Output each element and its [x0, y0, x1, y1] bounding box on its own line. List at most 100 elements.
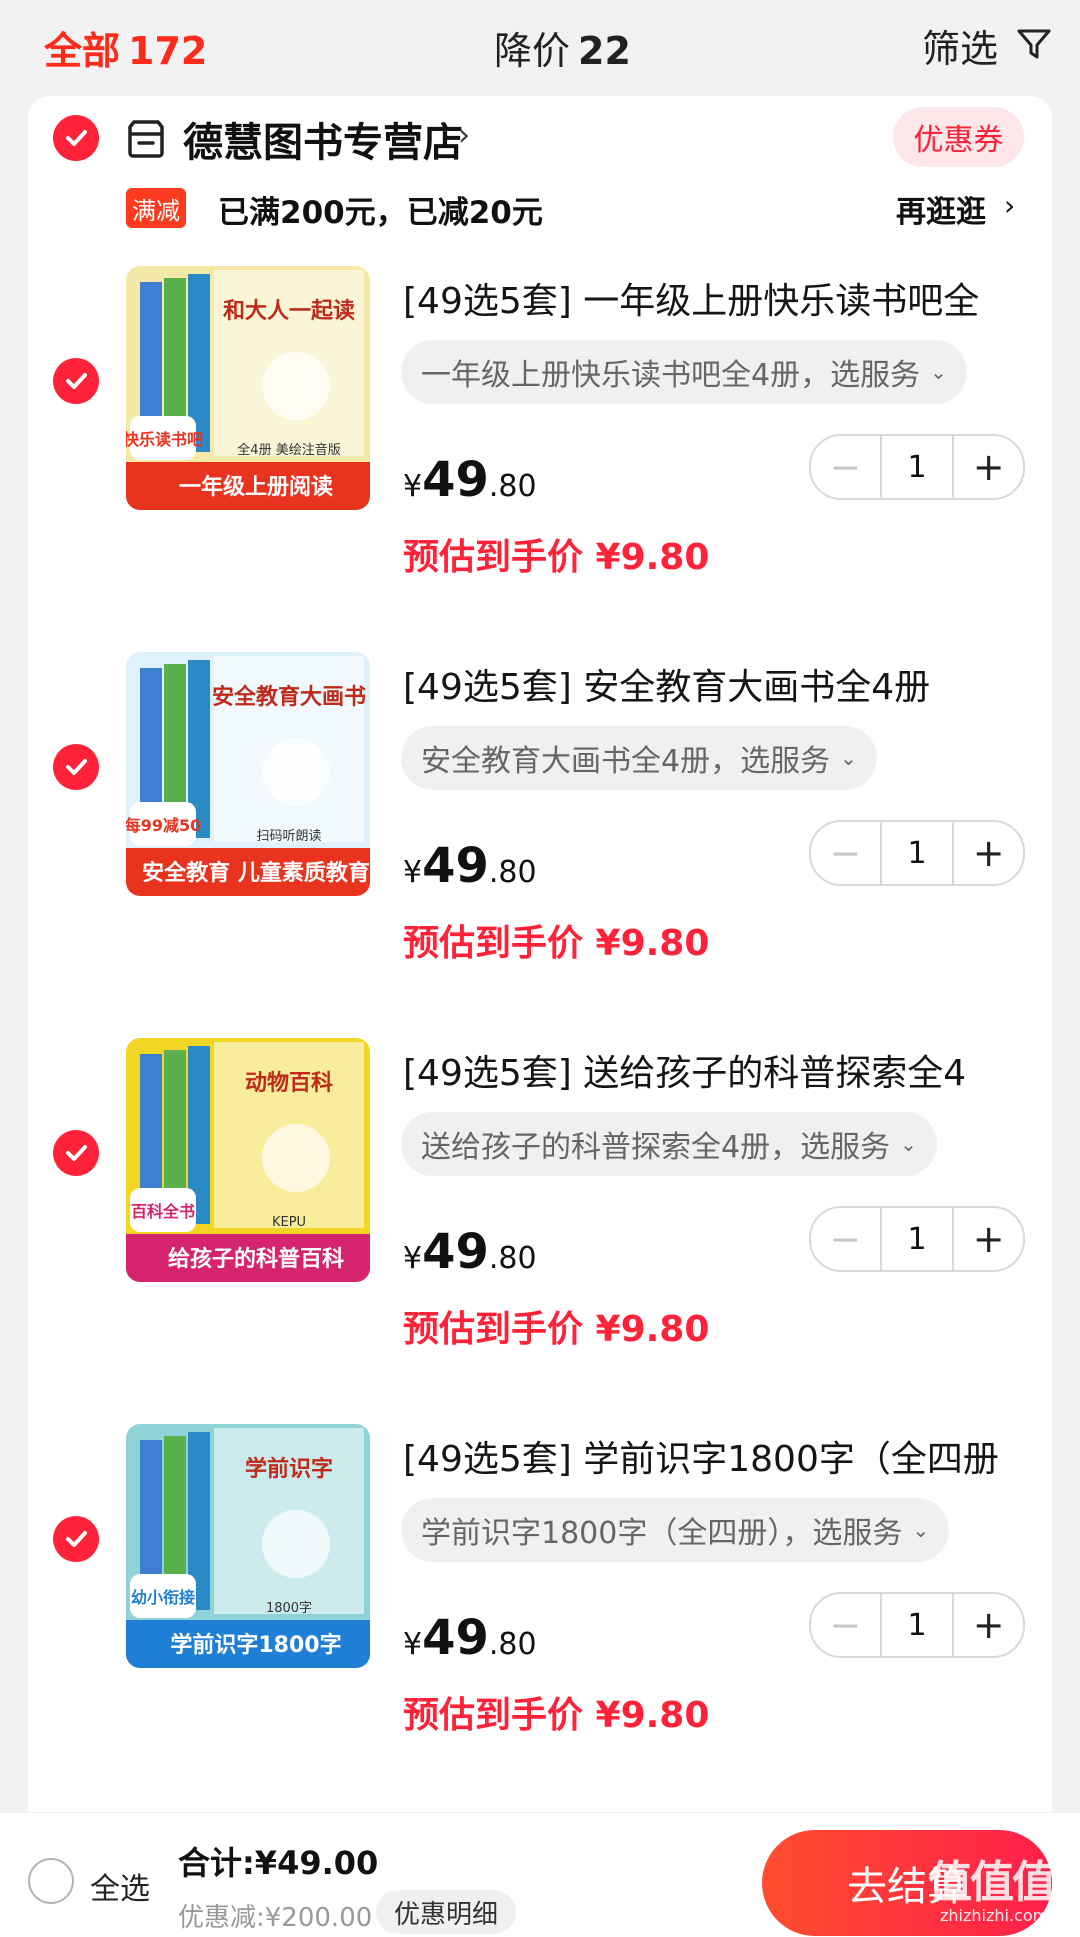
store-select-checkbox[interactable] — [53, 115, 99, 161]
total-price: 合计:¥49.00 — [178, 1844, 379, 1882]
chevron-down-icon: ⌄ — [840, 746, 857, 770]
quantity-value[interactable]: 1 — [879, 1208, 955, 1270]
cover-small-text: 全4册 美绘注音版 — [237, 442, 340, 458]
increase-button[interactable]: + — [954, 822, 1023, 884]
cart-item: 和大人一起读 一年级上册阅读 快乐读书吧 全4册 美绘注音版 [49选5套] 一… — [28, 266, 1052, 652]
cover-headline: 安全教育大画书 — [212, 684, 366, 710]
cover-headline: 和大人一起读 — [223, 299, 355, 324]
product-title[interactable]: [49选5套] 学前识字1800字（全四册 — [403, 1430, 1043, 1482]
sku-label: 学前识字1800字（全四册），选服务 — [421, 1516, 903, 1551]
tab-drop-label: 降价 — [494, 29, 571, 73]
watermark-url: zhizhizhi.com — [940, 1906, 1049, 1925]
decrease-button[interactable]: − — [811, 1594, 880, 1656]
increase-button[interactable]: + — [954, 436, 1023, 498]
product-title[interactable]: [49选5套] 送给孩子的科普探索全4 — [403, 1044, 1043, 1096]
increase-button[interactable]: + — [954, 1594, 1023, 1656]
browse-arrow-icon: › — [1004, 189, 1016, 222]
select-all-checkbox[interactable] — [28, 1858, 74, 1904]
product-image[interactable]: 学前识字 学前识字1800字 幼小衔接 1800字 — [126, 1424, 370, 1668]
quantity-stepper: − 1 + — [809, 434, 1025, 500]
cart-item: 安全教育大画书 安全教育 儿童素质教育 每99减50 扫码听朗读 [49选5套]… — [28, 652, 1052, 1038]
chevron-down-icon: ⌄ — [930, 360, 947, 384]
item-select-checkbox[interactable] — [53, 1130, 99, 1176]
price-currency: ¥ — [403, 855, 423, 890]
cover-small-text: 1800字 — [266, 1601, 312, 1616]
discount-amount: 优惠减:¥200.00 — [178, 1903, 373, 1933]
watermark-logo: 值值值 — [928, 1857, 1056, 1908]
price-integer: 49 — [422, 1224, 489, 1280]
price-currency: ¥ — [403, 1241, 423, 1276]
tab-price-drop[interactable]: 降价 22 — [494, 20, 631, 75]
quantity-value[interactable]: 1 — [879, 822, 955, 884]
cover-banner: 一年级上册阅读 — [179, 474, 333, 500]
quantity-value[interactable]: 1 — [879, 436, 955, 498]
item-select-checkbox[interactable] — [53, 358, 99, 404]
increase-button[interactable]: + — [954, 1208, 1023, 1270]
quantity-stepper: − 1 + — [809, 820, 1025, 886]
store-name[interactable]: 德慧图书专营店 — [183, 110, 463, 168]
decrease-button[interactable]: − — [811, 1208, 880, 1270]
price-decimal: .80 — [488, 1627, 537, 1662]
estimated-price: 预估到手价 ¥9.80 — [403, 1309, 710, 1350]
decrease-button[interactable]: − — [811, 822, 880, 884]
price-integer: 49 — [422, 838, 489, 894]
price-currency: ¥ — [403, 1627, 423, 1662]
sku-label: 一年级上册快乐读书吧全4册，选服务 — [421, 358, 921, 393]
price-currency: ¥ — [403, 469, 423, 504]
product-price: ¥49.80 — [403, 1224, 537, 1280]
price-integer: 49 — [422, 452, 489, 508]
tab-all-count: 172 — [128, 29, 208, 73]
tab-all-label: 全部 — [44, 29, 121, 73]
product-image[interactable]: 动物百科 给孩子的科普百科 百科全书 KEPU — [126, 1038, 370, 1282]
tab-filter[interactable]: 筛选 — [922, 18, 998, 73]
quantity-stepper: − 1 + — [809, 1206, 1025, 1272]
cover-banner: 安全教育 儿童素质教育 — [142, 860, 370, 886]
estimated-price: 预估到手价 ¥9.80 — [403, 923, 710, 964]
cover-small-text: KEPU — [272, 1215, 306, 1230]
cover-headline: 动物百科 — [245, 1070, 333, 1096]
discount-detail-button[interactable]: 优惠明细 — [376, 1890, 517, 1934]
cart-item: 学前识字 学前识字1800字 幼小衔接 1800字 [49选5套] 学前识字18… — [28, 1424, 1052, 1810]
promo-tag: 满减 — [126, 188, 186, 228]
product-image[interactable]: 安全教育大画书 安全教育 儿童素质教育 每99减50 扫码听朗读 — [126, 652, 370, 896]
price-decimal: .80 — [488, 1241, 537, 1276]
product-price: ¥49.80 — [403, 452, 537, 508]
promo-text: 已满200元，已减20元 — [218, 195, 543, 231]
store-arrow-icon: › — [458, 118, 470, 153]
cover-banner: 给孩子的科普百科 — [168, 1246, 344, 1272]
filter-icon[interactable] — [1016, 26, 1052, 62]
estimated-price: 预估到手价 ¥9.80 — [403, 537, 710, 578]
tab-drop-count: 22 — [578, 29, 631, 73]
sku-selector[interactable]: 一年级上册快乐读书吧全4册，选服务 ⌄ — [401, 340, 967, 404]
product-image[interactable]: 和大人一起读 一年级上册阅读 快乐读书吧 全4册 美绘注音版 — [126, 266, 370, 510]
product-price: ¥49.80 — [403, 1610, 537, 1666]
product-price: ¥49.80 — [403, 838, 537, 894]
product-title[interactable]: [49选5套] 安全教育大画书全4册 — [403, 658, 1043, 710]
sku-selector[interactable]: 学前识字1800字（全四册），选服务 ⌄ — [401, 1498, 950, 1562]
browse-more-link[interactable]: 再逛逛 — [896, 187, 986, 231]
price-decimal: .80 — [488, 855, 537, 890]
item-select-checkbox[interactable] — [53, 744, 99, 790]
product-title[interactable]: [49选5套] 一年级上册快乐读书吧全 — [403, 272, 1043, 324]
cover-badge: 快乐读书吧 — [126, 430, 203, 449]
select-all-label[interactable]: 全选 — [90, 1864, 150, 1908]
quantity-stepper: − 1 + — [809, 1592, 1025, 1658]
store-icon — [124, 117, 168, 161]
cart-item: 动物百科 给孩子的科普百科 百科全书 KEPU [49选5套] 送给孩子的科普探… — [28, 1038, 1052, 1424]
sku-label: 安全教育大画书全4册，选服务 — [421, 744, 831, 779]
quantity-value[interactable]: 1 — [879, 1594, 955, 1656]
cover-banner: 学前识字1800字 — [170, 1632, 341, 1658]
chevron-down-icon: ⌄ — [900, 1132, 917, 1156]
chevron-down-icon: ⌄ — [912, 1518, 930, 1542]
sku-selector[interactable]: 送给孩子的科普探索全4册，选服务 ⌄ — [401, 1112, 937, 1176]
price-decimal: .80 — [488, 469, 537, 504]
item-select-checkbox[interactable] — [53, 1516, 99, 1562]
cover-badge: 幼小衔接 — [131, 1588, 195, 1607]
coupon-button[interactable]: 优惠券 — [893, 107, 1024, 167]
sku-selector[interactable]: 安全教育大画书全4册，选服务 ⌄ — [401, 726, 877, 790]
decrease-button[interactable]: − — [811, 436, 880, 498]
price-integer: 49 — [422, 1610, 489, 1666]
cover-headline: 学前识字 — [245, 1456, 333, 1482]
cover-badge: 百科全书 — [131, 1202, 195, 1221]
tab-all[interactable]: 全部 172 — [44, 20, 207, 75]
